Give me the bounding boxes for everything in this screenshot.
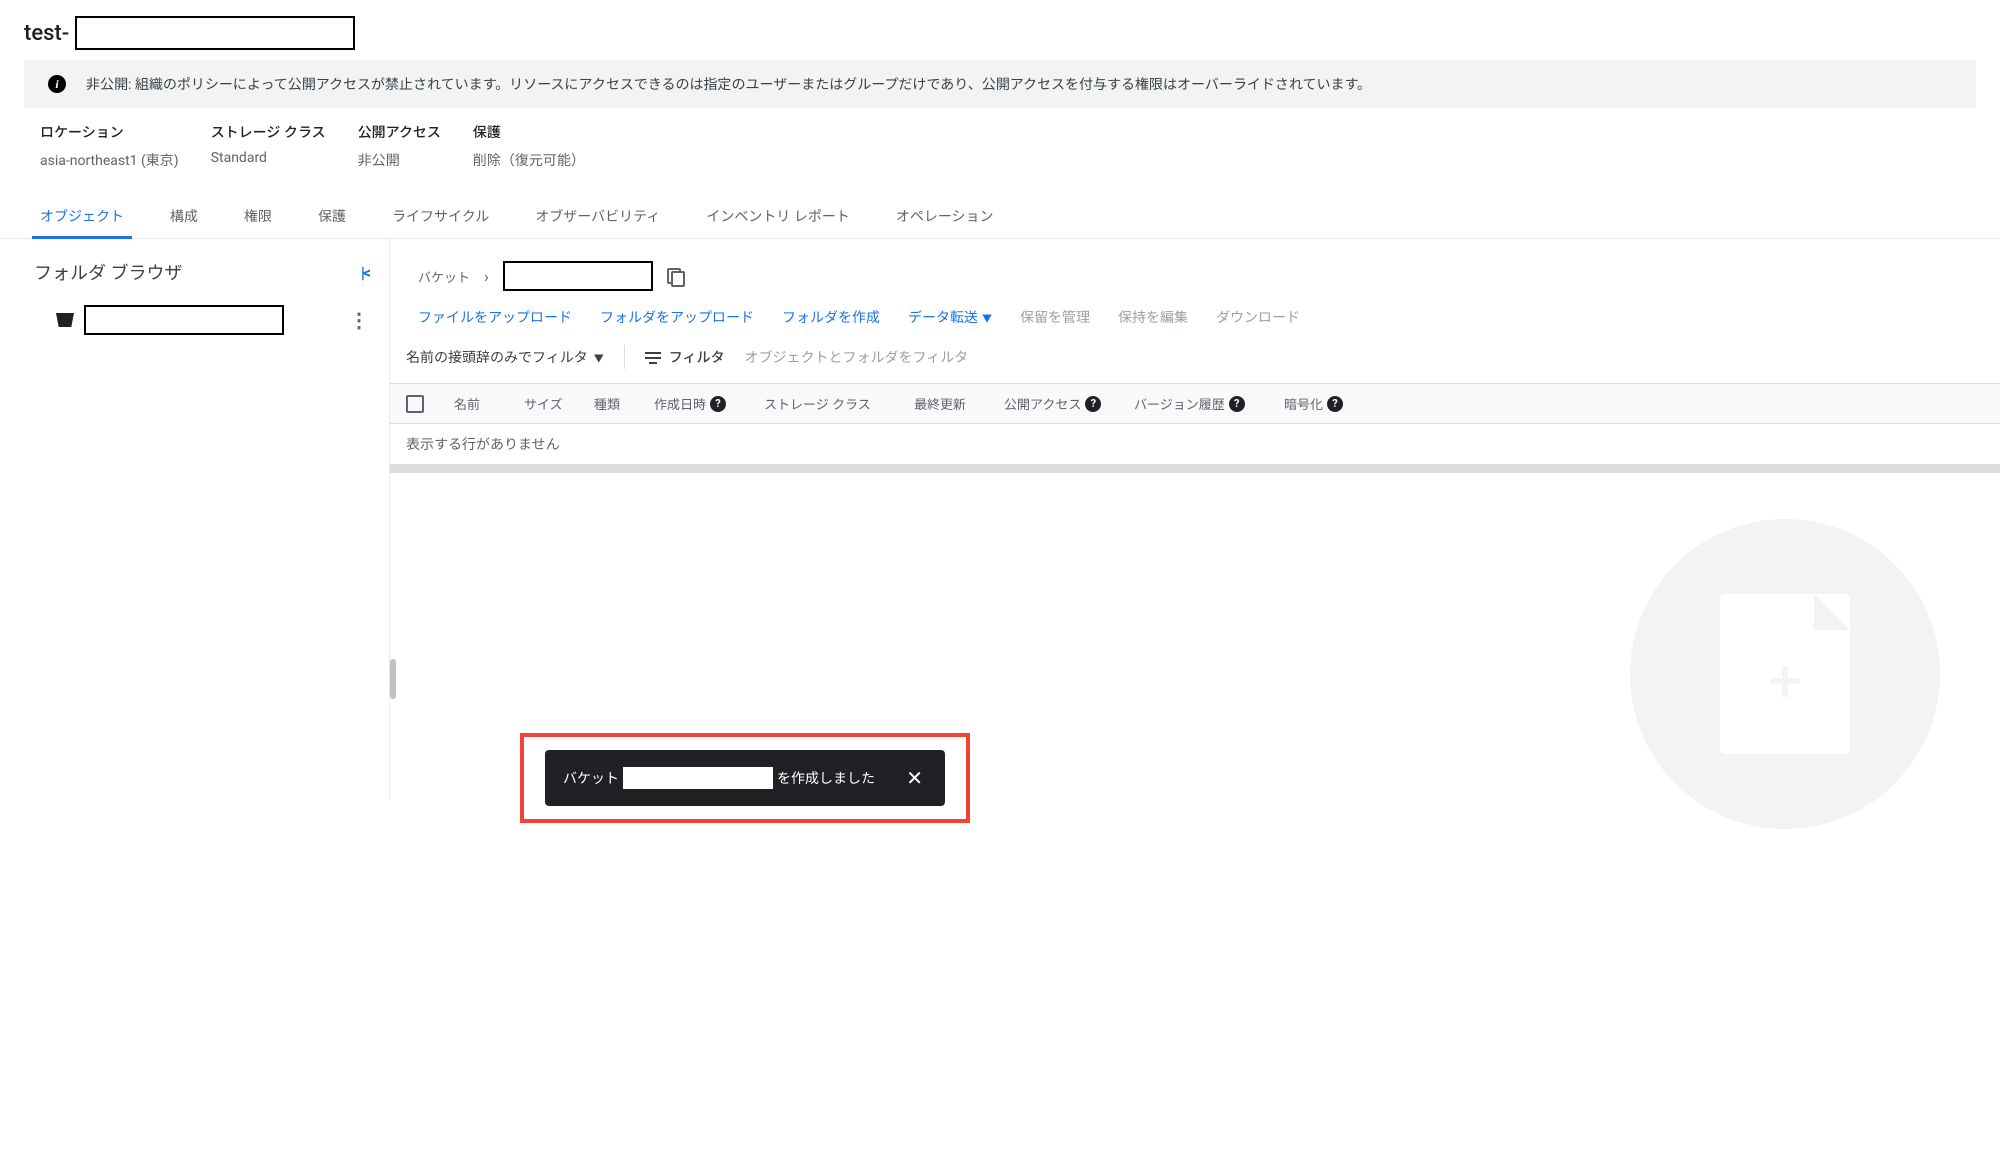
bucket-name-redacted (75, 16, 355, 50)
collapse-sidebar-icon[interactable]: |< (361, 263, 369, 282)
toast-bucket-name-redacted (623, 767, 773, 789)
empty-state-illustration (1630, 519, 1940, 829)
filter-input[interactable]: オブジェクトとフォルダをフィルタ (744, 347, 968, 367)
col-size[interactable]: サイズ (524, 394, 594, 413)
tab-permissions[interactable]: 権限 (240, 194, 276, 238)
col-version-history[interactable]: バージョン履歴 ? (1134, 394, 1284, 413)
meta-row: ロケーション asia-northeast1 (東京) ストレージ クラス St… (0, 122, 2000, 194)
tab-lifecycle[interactable]: ライフサイクル (388, 194, 493, 238)
breadcrumb: バケット › (390, 261, 2000, 307)
meta-location: ロケーション asia-northeast1 (東京) (40, 122, 179, 170)
filter-row: 名前の接頭辞のみでフィルタ ▼ フィルタ オブジェクトとフォルダをフィルタ (390, 345, 2000, 383)
info-icon: i (48, 75, 66, 93)
info-banner: i 非公開: 組織のポリシーによって公開アクセスが禁止されています。リソースにア… (24, 60, 1976, 108)
tab-operations[interactable]: オペレーション (892, 194, 998, 238)
create-folder-button[interactable]: フォルダを作成 (782, 307, 880, 327)
folder-name-redacted (84, 305, 284, 335)
page-title-row: test- (0, 0, 2000, 60)
tab-inventory[interactable]: インベントリ レポート (702, 194, 853, 238)
page-title-prefix: test- (24, 21, 69, 46)
download-button: ダウンロード (1216, 307, 1300, 327)
meta-protection: 保護 削除（復元可能） (473, 122, 585, 170)
meta-public-access: 公開アクセス 非公開 (358, 122, 441, 170)
manage-holds-button: 保留を管理 (1020, 307, 1090, 327)
chevron-right-icon: › (484, 267, 489, 286)
col-public-access[interactable]: 公開アクセス ? (1004, 394, 1134, 413)
help-icon[interactable]: ? (1229, 396, 1245, 412)
folder-browser-sidebar: フォルダ ブラウザ |< ⋮ (0, 239, 390, 799)
tabs: オブジェクト 構成 権限 保護 ライフサイクル オブザーバビリティ インベントリ… (0, 194, 2000, 239)
filter-icon (645, 350, 661, 364)
filter-mode-dropdown[interactable]: 名前の接頭辞のみでフィルタ ▼ (406, 347, 604, 367)
object-table: 名前 サイズ 種類 作成日時 ? ストレージ クラス 最終更新 公開アクセス ?… (390, 383, 2000, 473)
toast-notification: バケット を作成しました ✕ (545, 750, 945, 806)
copy-icon[interactable] (667, 268, 683, 284)
upload-file-button[interactable]: ファイルをアップロード (418, 307, 572, 327)
action-toolbar: ファイルをアップロード フォルダをアップロード フォルダを作成 データ転送 ▼ … (390, 307, 2000, 345)
col-type[interactable]: 種類 (594, 394, 654, 413)
data-transfer-button[interactable]: データ転送 ▼ (908, 307, 992, 327)
tab-observability[interactable]: オブザーバビリティ (531, 194, 664, 238)
toast-text-suffix: を作成しました (777, 768, 875, 788)
col-encryption[interactable]: 暗号化 ? (1284, 394, 1374, 413)
divider (624, 345, 625, 369)
bucket-icon (56, 313, 74, 327)
meta-storage-class: ストレージ クラス Standard (211, 122, 326, 170)
edit-retention-button: 保持を編集 (1118, 307, 1188, 327)
tab-objects[interactable]: オブジェクト (36, 194, 128, 238)
folder-browser-title: フォルダ ブラウザ (34, 259, 182, 285)
empty-table-message: 表示する行がありません (390, 424, 2000, 465)
close-icon[interactable]: ✕ (902, 766, 927, 790)
breadcrumb-root[interactable]: バケット (418, 267, 470, 286)
chevron-down-icon: ▼ (594, 350, 604, 365)
help-icon[interactable]: ? (1085, 396, 1101, 412)
table-header: 名前 サイズ 種類 作成日時 ? ストレージ クラス 最終更新 公開アクセス ?… (390, 384, 2000, 424)
main-content: バケット › ファイルをアップロード フォルダをアップロード フォルダを作成 デ… (390, 239, 2000, 799)
folder-row[interactable]: ⋮ (0, 301, 389, 339)
filter-label: フィルタ (645, 347, 725, 367)
breadcrumb-current-redacted (503, 261, 653, 291)
scrollbar-handle[interactable] (390, 659, 396, 699)
tab-config[interactable]: 構成 (166, 194, 202, 238)
more-options-icon[interactable]: ⋮ (349, 310, 369, 330)
toast-highlight-frame: バケット を作成しました ✕ (520, 733, 970, 823)
upload-folder-button[interactable]: フォルダをアップロード (600, 307, 754, 327)
select-all-checkbox[interactable] (406, 395, 424, 413)
scrollbar-track (390, 465, 2000, 473)
help-icon[interactable]: ? (1327, 396, 1343, 412)
help-icon[interactable]: ? (710, 396, 726, 412)
toast-text-prefix: バケット (563, 768, 619, 788)
col-updated[interactable]: 最終更新 (914, 394, 1004, 413)
chevron-down-icon: ▼ (982, 310, 992, 325)
add-file-icon (1720, 594, 1850, 754)
col-name[interactable]: 名前 (454, 394, 524, 413)
info-banner-text: 非公開: 組織のポリシーによって公開アクセスが禁止されています。リソースにアクセ… (86, 74, 1371, 94)
tab-protection[interactable]: 保護 (314, 194, 350, 238)
col-created[interactable]: 作成日時 ? (654, 394, 764, 413)
col-storage-class[interactable]: ストレージ クラス (764, 394, 914, 413)
